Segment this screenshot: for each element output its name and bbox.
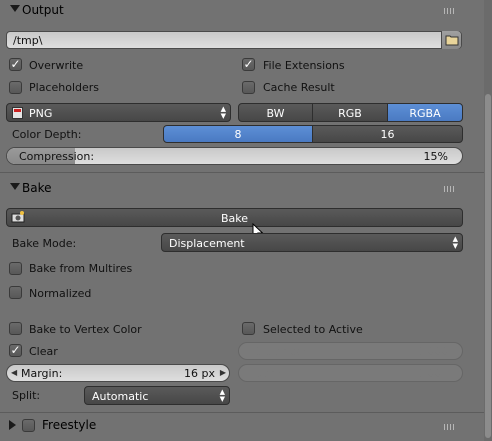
folder-icon[interactable]	[441, 31, 461, 49]
bake-from-multires-checkbox[interactable]	[9, 262, 22, 275]
dropdown-arrows-icon: ▲ ▼	[452, 235, 458, 250]
file-extensions-label: File Extensions	[263, 59, 345, 72]
drag-grip-icon[interactable]	[444, 186, 456, 192]
bake-mode-label: Bake Mode:	[12, 237, 77, 250]
bake-button-label: Bake	[220, 212, 249, 225]
color-depth-16-label: 16	[380, 128, 395, 141]
camera-icon	[11, 211, 25, 223]
color-mode-rgba-label: RGBA	[409, 107, 441, 120]
placeholders-checkbox[interactable]	[9, 81, 22, 94]
color-mode-rgb-label: RGB	[338, 107, 362, 120]
margin-label: Margin:	[21, 367, 63, 380]
output-panel-title: Output	[22, 3, 64, 17]
bake-from-multires-label: Bake from Multires	[29, 262, 133, 275]
selected-to-active-checkbox[interactable]	[242, 322, 255, 335]
bake-panel-title: Bake	[22, 181, 52, 195]
bias-value: 0.001	[416, 367, 449, 380]
cache-result-checkbox[interactable]	[242, 81, 255, 94]
color-mode-rgba[interactable]: RGBA	[387, 103, 463, 122]
output-path-input[interactable]: /tmp\	[6, 31, 462, 49]
color-depth-label: Color Depth:	[12, 128, 82, 141]
bias-label: Bias:	[254, 367, 281, 380]
split-dropdown[interactable]: Automatic ▲ ▼	[84, 386, 230, 405]
scrollbar[interactable]	[484, 0, 492, 441]
scrollbar-thumb[interactable]	[485, 94, 491, 438]
bake-mode-value: Displacement	[169, 237, 245, 250]
color-depth-8[interactable]: 8	[163, 125, 313, 143]
bake-mode-dropdown[interactable]: Displacement ▲ ▼	[161, 233, 463, 252]
collapse-triangle-icon[interactable]	[10, 5, 20, 12]
distance-field: Distance: 0.000	[238, 342, 463, 360]
selected-to-active-label: Selected to Active	[263, 323, 363, 336]
distance-value: 0.000	[416, 345, 449, 358]
color-mode-rgb[interactable]: RGB	[312, 103, 388, 122]
file-format-value: PNG	[29, 107, 53, 120]
placeholders-label: Placeholders	[29, 81, 100, 94]
overwrite-checkbox[interactable]: ✓	[9, 58, 22, 71]
bake-panel-header[interactable]: Bake	[0, 178, 484, 200]
margin-field[interactable]: ◀ Margin: 16 px ▶	[6, 364, 230, 382]
margin-value: 16 px	[184, 367, 215, 380]
bake-button[interactable]: Bake	[6, 208, 463, 227]
decrement-arrow-icon[interactable]: ◀	[11, 368, 17, 377]
image-format-icon	[12, 107, 23, 119]
bias-field: Bias: 0.001	[238, 364, 463, 382]
color-mode-bw-label: BW	[266, 107, 285, 120]
drag-grip-icon[interactable]	[444, 424, 456, 430]
normalized-checkbox[interactable]	[9, 286, 22, 299]
split-label: Split:	[12, 389, 41, 402]
freestyle-panel-title: Freestyle	[42, 418, 97, 432]
output-panel-header[interactable]: Output	[0, 0, 484, 22]
file-extensions-checkbox[interactable]: ✓	[242, 58, 255, 71]
increment-arrow-icon[interactable]: ▶	[220, 368, 226, 377]
color-depth-segmented: 8 16	[163, 125, 463, 143]
drag-grip-icon[interactable]	[444, 8, 456, 14]
dropdown-arrows-icon: ▲ ▼	[220, 105, 226, 120]
dropdown-arrows-icon: ▲ ▼	[219, 388, 225, 403]
clear-label: Clear	[29, 345, 58, 358]
output-path-value: /tmp\	[13, 34, 43, 47]
file-format-dropdown[interactable]: PNG ▲ ▼	[6, 103, 231, 122]
bake-to-vertex-color-label: Bake to Vertex Color	[29, 323, 142, 336]
freestyle-checkbox[interactable]	[22, 419, 35, 432]
collapse-triangle-icon[interactable]	[10, 183, 20, 190]
freestyle-panel-header[interactable]: Freestyle	[0, 415, 484, 437]
compression-slider[interactable]: Compression: 15%	[6, 147, 463, 165]
color-depth-8-label: 8	[234, 128, 242, 141]
split-value: Automatic	[92, 390, 149, 403]
distance-label: Distance:	[254, 345, 306, 358]
cache-result-label: Cache Result	[263, 81, 335, 94]
color-depth-16[interactable]: 16	[312, 125, 463, 143]
compression-value: 15%	[423, 150, 448, 163]
expand-triangle-icon[interactable]	[9, 420, 16, 430]
color-mode-segmented: BW RGB RGBA	[238, 103, 463, 122]
normalized-label: Normalized	[29, 287, 92, 300]
clear-checkbox[interactable]: ✓	[9, 344, 22, 357]
bake-to-vertex-color-checkbox[interactable]	[9, 322, 22, 335]
overwrite-label: Overwrite	[29, 59, 84, 72]
color-mode-bw[interactable]: BW	[238, 103, 313, 122]
compression-label: Compression:	[19, 150, 95, 163]
